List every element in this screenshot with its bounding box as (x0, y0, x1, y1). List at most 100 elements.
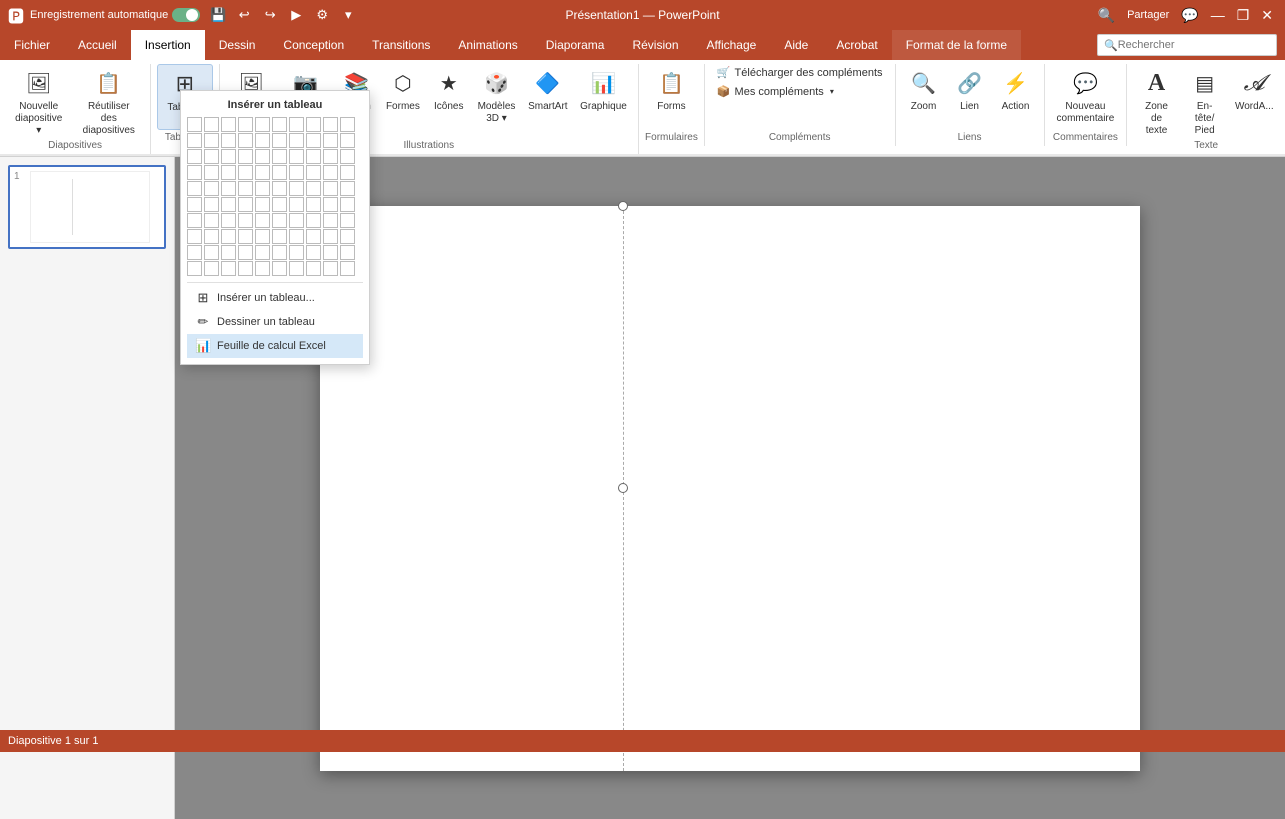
nouveau-commentaire-button[interactable]: 💬 Nouveaucommentaire (1051, 64, 1121, 128)
grid-cell[interactable] (204, 245, 219, 260)
grid-cell[interactable] (255, 213, 270, 228)
tab-animations[interactable]: Animations (444, 30, 531, 60)
grid-cell[interactable] (221, 181, 236, 196)
grid-cell[interactable] (323, 197, 338, 212)
grid-cell[interactable] (272, 213, 287, 228)
grid-cell[interactable] (204, 213, 219, 228)
grid-cell[interactable] (272, 133, 287, 148)
grid-cell[interactable] (238, 133, 253, 148)
grid-cell[interactable] (306, 261, 321, 276)
inserer-tableau-item[interactable]: ⊞ Insérer un tableau... (187, 286, 363, 310)
tab-accueil[interactable]: Accueil (64, 30, 131, 60)
icones-button[interactable]: ★ Icônes (427, 64, 470, 116)
tab-format-forme[interactable]: Format de la forme (892, 30, 1021, 60)
grid-cell[interactable] (187, 261, 202, 276)
grid-cell[interactable] (238, 261, 253, 276)
grid-cell[interactable] (289, 181, 304, 196)
grid-cell[interactable] (238, 117, 253, 132)
grid-cell[interactable] (255, 149, 270, 164)
grid-cell[interactable] (306, 229, 321, 244)
grid-cell[interactable] (255, 261, 270, 276)
grid-cell[interactable] (289, 261, 304, 276)
entete-pied-button[interactable]: ▤ En-tête/Pied (1182, 64, 1228, 140)
grid-cell[interactable] (306, 245, 321, 260)
grid-cell[interactable] (340, 213, 355, 228)
table-grid[interactable] (187, 117, 363, 276)
grid-cell[interactable] (340, 133, 355, 148)
grid-cell[interactable] (255, 197, 270, 212)
grid-cell[interactable] (187, 229, 202, 244)
grid-cell[interactable] (221, 213, 236, 228)
grid-cell[interactable] (272, 261, 287, 276)
share-button[interactable]: Partager (1123, 7, 1173, 23)
grid-cell[interactable] (221, 245, 236, 260)
tab-fichier[interactable]: Fichier (0, 30, 64, 60)
smartart-button[interactable]: 🔷 SmartArt (523, 64, 573, 116)
grid-cell[interactable] (323, 117, 338, 132)
grid-cell[interactable] (272, 165, 287, 180)
feuille-excel-item[interactable]: 📊 Feuille de calcul Excel (187, 334, 363, 358)
action-button[interactable]: ⚡ Action (994, 64, 1038, 116)
grid-cell[interactable] (323, 261, 338, 276)
grid-cell[interactable] (255, 181, 270, 196)
redo-button[interactable]: ↪ (258, 4, 282, 26)
grid-cell[interactable] (255, 165, 270, 180)
grid-cell[interactable] (289, 229, 304, 244)
grid-cell[interactable] (204, 197, 219, 212)
grid-cell[interactable] (340, 117, 355, 132)
grid-cell[interactable] (289, 213, 304, 228)
grid-cell[interactable] (340, 165, 355, 180)
search-icon[interactable]: 🔍 (1094, 5, 1119, 26)
customize-button[interactable]: ⚙ (310, 4, 334, 26)
telecharger-complements-button[interactable]: 🛒 Télécharger des compléments (711, 64, 889, 81)
grid-cell[interactable] (323, 165, 338, 180)
grid-cell[interactable] (238, 197, 253, 212)
grid-cell[interactable] (306, 149, 321, 164)
grid-cell[interactable] (187, 117, 202, 132)
close-button[interactable]: ✕ (1257, 5, 1277, 26)
zone-texte-button[interactable]: A Zonede texte (1133, 64, 1179, 140)
grid-cell[interactable] (187, 181, 202, 196)
grid-cell[interactable] (187, 149, 202, 164)
grid-cell[interactable] (187, 165, 202, 180)
grid-cell[interactable] (340, 197, 355, 212)
grid-cell[interactable] (340, 229, 355, 244)
undo-button[interactable]: ↩ (232, 4, 256, 26)
dessiner-tableau-item[interactable]: ✏ Dessiner un tableau (187, 310, 363, 334)
grid-cell[interactable] (204, 117, 219, 132)
grid-cell[interactable] (323, 149, 338, 164)
grid-cell[interactable] (323, 133, 338, 148)
forms-button[interactable]: 📋 Forms (649, 64, 693, 116)
grid-cell[interactable] (289, 165, 304, 180)
grid-cell[interactable] (289, 133, 304, 148)
present-button[interactable]: ▶ (284, 4, 308, 26)
grid-cell[interactable] (272, 197, 287, 212)
handle-middle[interactable] (618, 483, 628, 493)
autosave-toggle[interactable]: Enregistrement automatique (30, 8, 200, 22)
restore-button[interactable]: ❐ (1233, 5, 1254, 26)
grid-cell[interactable] (289, 149, 304, 164)
grid-cell[interactable] (289, 245, 304, 260)
grid-cell[interactable] (238, 245, 253, 260)
tab-revision[interactable]: Révision (618, 30, 692, 60)
reutiliser-button[interactable]: 📋 Réutiliser desdiapositives (73, 64, 144, 140)
mes-complements-button[interactable]: 📦 Mes compléments ▾ (711, 83, 840, 100)
grid-cell[interactable] (289, 197, 304, 212)
grid-cell[interactable] (221, 165, 236, 180)
nouvelle-diapositive-button[interactable]: 🖼 Nouvellediapositive ▾ (6, 64, 71, 140)
grid-cell[interactable] (272, 117, 287, 132)
tab-aide[interactable]: Aide (770, 30, 822, 60)
grid-cell[interactable] (204, 149, 219, 164)
handle-top[interactable] (618, 201, 628, 211)
grid-cell[interactable] (340, 245, 355, 260)
grid-cell[interactable] (238, 229, 253, 244)
grid-cell[interactable] (238, 165, 253, 180)
grid-cell[interactable] (187, 213, 202, 228)
tab-affichage[interactable]: Affichage (693, 30, 771, 60)
grid-cell[interactable] (289, 117, 304, 132)
grid-cell[interactable] (221, 117, 236, 132)
grid-cell[interactable] (340, 181, 355, 196)
grid-cell[interactable] (221, 261, 236, 276)
grid-cell[interactable] (255, 229, 270, 244)
grid-cell[interactable] (204, 261, 219, 276)
